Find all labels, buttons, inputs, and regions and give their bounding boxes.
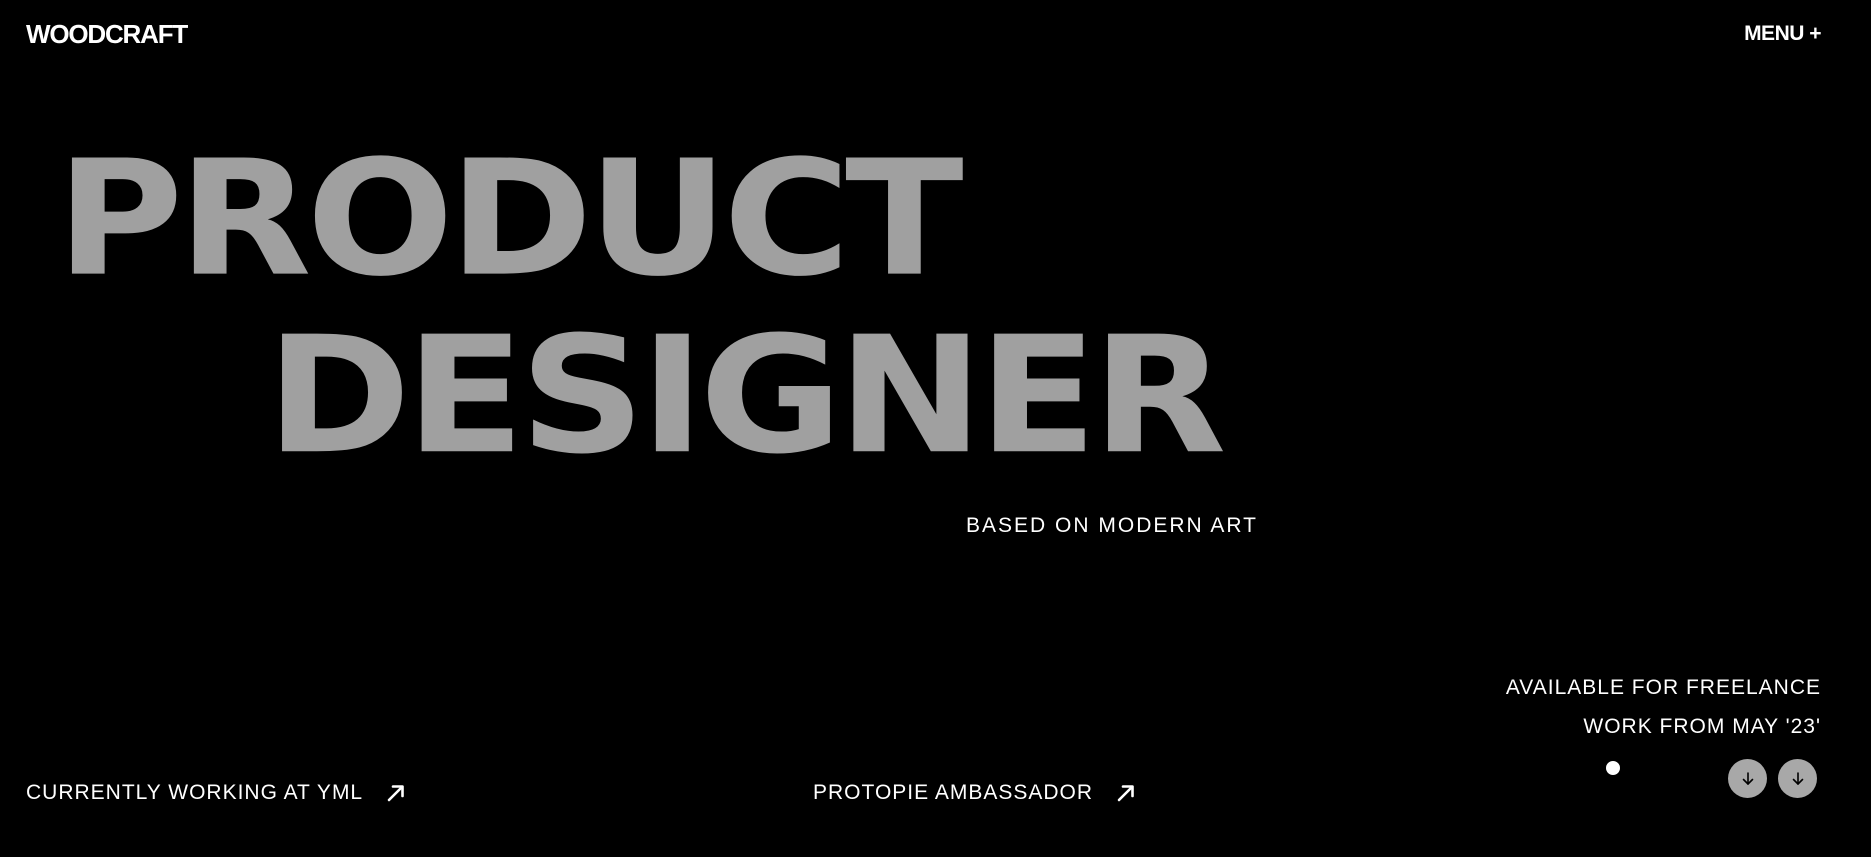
availability-line-2: WORK FROM MAY '23' bbox=[1583, 715, 1821, 738]
hero-section: PRODUCT DESIGNER BASED ON MODERN ART bbox=[0, 0, 1300, 560]
protopie-link[interactable]: PROTOPIE AMBASSADOR bbox=[813, 780, 1137, 806]
menu-button[interactable]: MENU + bbox=[1744, 20, 1821, 48]
hero-tagline: BASED ON MODERN ART bbox=[966, 514, 1258, 537]
arrow-down-icon bbox=[1792, 771, 1803, 785]
hero-title-line-1: PRODUCT bbox=[56, 126, 964, 312]
protopie-link-label: PROTOPIE AMBASSADOR bbox=[813, 781, 1094, 804]
yml-link-label: CURRENTLY WORKING AT YML bbox=[26, 781, 364, 804]
arrow-up-right-icon bbox=[1117, 785, 1134, 802]
hero-title-line-2: DESIGNER bbox=[266, 302, 1227, 490]
availability-block: AVAILABLE FOR FREELANCE WORK FROM MAY '2… bbox=[1506, 676, 1821, 754]
slide-indicator-dot[interactable] bbox=[1606, 761, 1620, 775]
arrow-down-icon bbox=[1742, 771, 1753, 785]
scroll-down-button[interactable] bbox=[1728, 759, 1767, 798]
arrow-up-right-icon bbox=[387, 785, 404, 802]
scroll-next-button[interactable] bbox=[1778, 759, 1817, 798]
availability-line-1: AVAILABLE FOR FREELANCE bbox=[1505, 676, 1821, 699]
yml-link[interactable]: CURRENTLY WORKING AT YML bbox=[26, 780, 407, 806]
